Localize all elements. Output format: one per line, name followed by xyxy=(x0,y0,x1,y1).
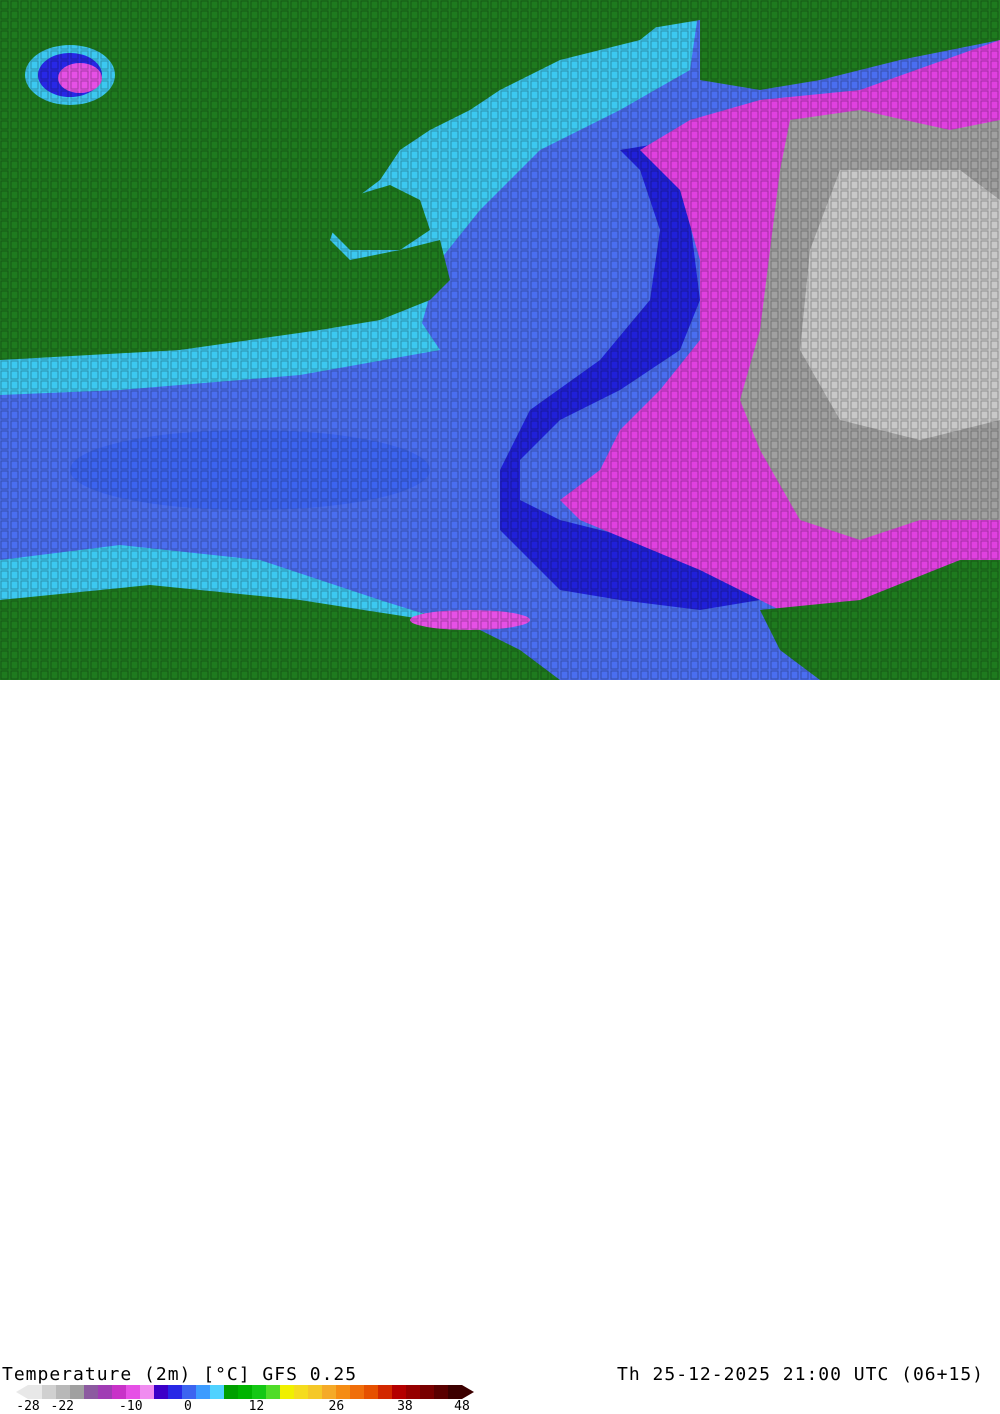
colorbar-tick-label: 48 xyxy=(454,1399,470,1414)
colorbar-swatch xyxy=(112,1385,126,1399)
temperature-map xyxy=(0,0,1000,680)
colorbar-swatch xyxy=(252,1385,266,1399)
colorbar-swatch xyxy=(420,1385,434,1399)
map-title: Temperature (2m) [°C] GFS 0.25 xyxy=(2,1364,358,1385)
colorbar-tick-label: -28 xyxy=(16,1399,40,1414)
colorbar-swatch xyxy=(42,1385,56,1399)
colorbar-swatch xyxy=(322,1385,336,1399)
colorbar-swatch xyxy=(350,1385,364,1399)
colorbar-swatch xyxy=(406,1385,420,1399)
colorbar xyxy=(28,1385,462,1399)
colorbar-swatch xyxy=(238,1385,252,1399)
colorbar-swatch xyxy=(266,1385,280,1399)
colorbar-tick-label: -22 xyxy=(50,1399,74,1414)
colorbar-swatch xyxy=(140,1385,154,1399)
colorbar-tick-label: 0 xyxy=(183,1399,192,1414)
colorbar-swatch xyxy=(210,1385,224,1399)
colorbar-swatch xyxy=(70,1385,84,1399)
map-canvas xyxy=(0,0,1000,680)
colorbar-tick-label: 38 xyxy=(397,1399,413,1414)
colorbar-swatch xyxy=(336,1385,350,1399)
colorbar-swatch xyxy=(182,1385,196,1399)
colorbar-swatch xyxy=(126,1385,140,1399)
colorbar-swatch xyxy=(28,1385,42,1399)
colorbar-swatch xyxy=(448,1385,462,1399)
colorbar-swatch xyxy=(168,1385,182,1399)
colorbar-tick-label: 26 xyxy=(328,1399,345,1414)
colorbar-tick-label: -10 xyxy=(119,1399,143,1414)
colorbar-swatch xyxy=(294,1385,308,1399)
colorbar-swatch xyxy=(84,1385,98,1399)
colorbar-swatch xyxy=(434,1385,448,1399)
colorbar-swatch xyxy=(56,1385,70,1399)
colorbar-swatch xyxy=(392,1385,406,1399)
colorbar-swatch xyxy=(154,1385,168,1399)
colorbar-swatch xyxy=(364,1385,378,1399)
colorbar-min-arrow xyxy=(16,1385,28,1399)
colorbar-tick-label: 12 xyxy=(248,1399,265,1414)
colorbar-swatch xyxy=(196,1385,210,1399)
colorbar-max-arrow xyxy=(462,1385,474,1399)
map-valid-time: Th 25-12-2025 21:00 UTC (06+15) xyxy=(617,1364,984,1385)
colorbar-swatch xyxy=(98,1385,112,1399)
footer-panel: Temperature (2m) [°C] GFS 0.25 Th 25-12-… xyxy=(0,680,1000,1414)
value-grid xyxy=(0,0,1000,680)
colorbar-swatch xyxy=(378,1385,392,1399)
colorbar-swatch xyxy=(280,1385,294,1399)
colorbar-swatch xyxy=(308,1385,322,1399)
colorbar-swatch xyxy=(224,1385,238,1399)
